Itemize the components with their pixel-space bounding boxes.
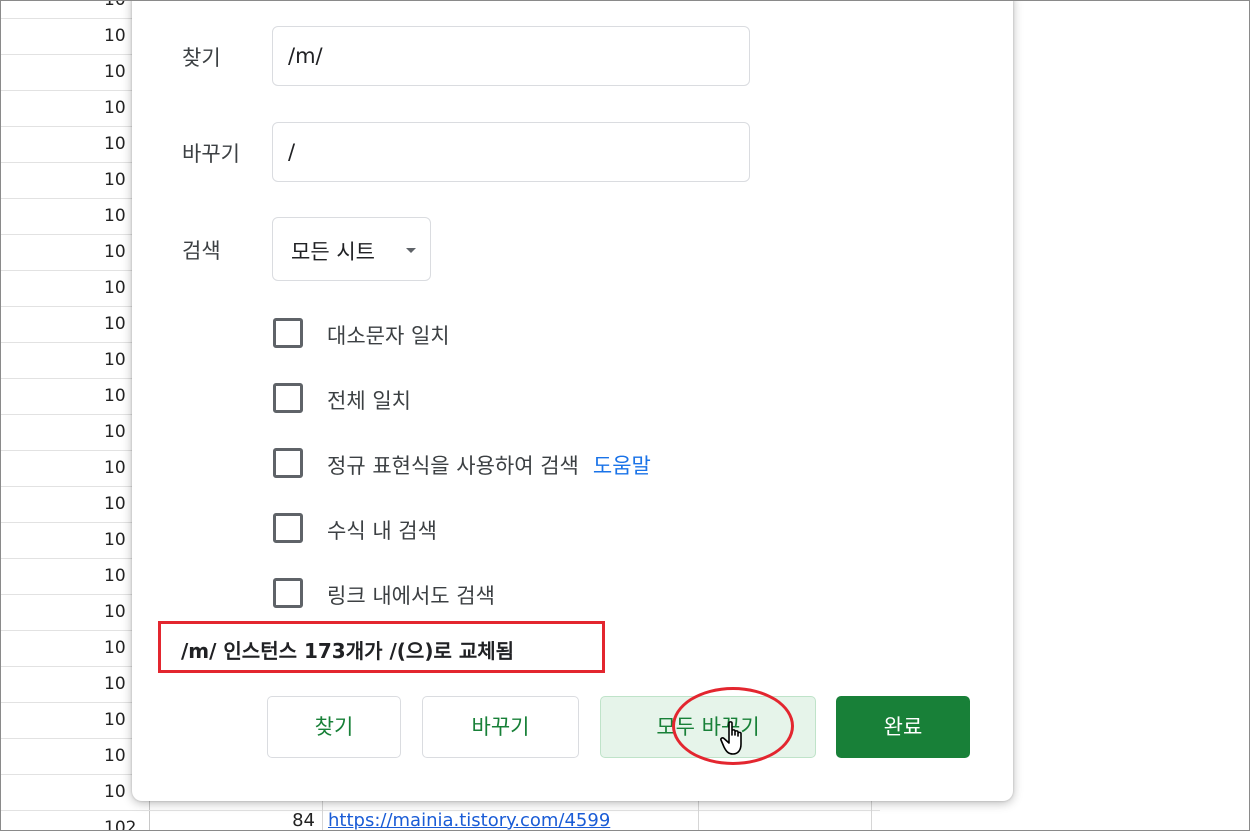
option-label: 정규 표현식을 사용하여 검색 도움말 (327, 450, 651, 480)
replace-button[interactable]: 바꾸기 (422, 696, 579, 758)
search-scope-label: 검색 (182, 239, 221, 263)
regex-option-text: 정규 표현식을 사용하여 검색 (327, 454, 579, 478)
result-message: /m/ 인스턴스 173개가 /(으)로 교체됨 (181, 639, 515, 663)
option-label: 링크 내에서도 검색 (327, 584, 495, 608)
row-number[interactable]: 102 (104, 810, 148, 831)
caret-down-icon (406, 248, 416, 253)
replace-label: 바꾸기 (182, 142, 240, 166)
option-label: 대소문자 일치 (327, 324, 450, 348)
search-formulas-checkbox[interactable] (273, 513, 303, 543)
hand-pointer-icon (720, 721, 742, 755)
cell-link[interactable]: https://mainia.tistory.com/4599 (328, 810, 610, 831)
entire-cell-checkbox[interactable] (273, 383, 303, 413)
find-button[interactable]: 찾기 (267, 696, 401, 758)
cell-value[interactable]: 84 (270, 810, 315, 831)
search-scope-select[interactable]: 모든 시트 (272, 217, 431, 281)
option-label: 수식 내 검색 (327, 519, 437, 543)
result-highlight-box: /m/ 인스턴스 173개가 /(으)로 교체됨 (158, 621, 605, 673)
help-link[interactable]: 도움말 (593, 454, 651, 478)
done-button[interactable]: 완료 (836, 696, 970, 758)
find-label: 찾기 (182, 46, 221, 70)
replace-input[interactable]: / (272, 122, 750, 182)
find-replace-dialog: 찾기 /m/ 바꾸기 / 검색 모든 시트 대소문자 일치 전체 일치 정규 표… (132, 0, 1013, 801)
option-label: 전체 일치 (327, 389, 411, 413)
regex-checkbox[interactable] (273, 448, 303, 478)
search-scope-value: 모든 시트 (291, 240, 375, 264)
match-case-checkbox[interactable] (273, 318, 303, 348)
find-input[interactable]: /m/ (272, 26, 750, 86)
search-links-checkbox[interactable] (273, 578, 303, 608)
